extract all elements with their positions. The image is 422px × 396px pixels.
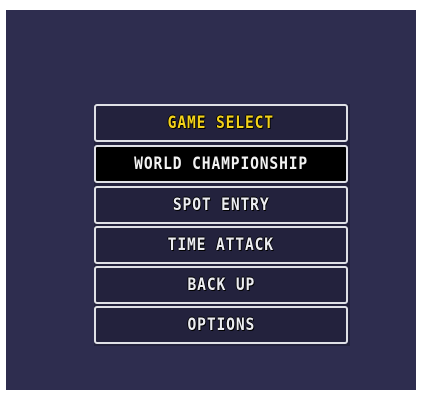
menu-item-time-attack[interactable]: TIME ATTACK [94,226,348,264]
menu-item-spot-entry[interactable]: SPOT ENTRY [94,186,348,224]
game-select-menu: GAME SELECT WORLD CHAMPIONSHIP SPOT ENTR… [94,104,350,346]
menu-item-label: TIME ATTACK [167,235,275,255]
menu-item-label: OPTIONS [187,315,255,335]
game-select-title-label: GAME SELECT [167,113,275,133]
menu-item-back-up[interactable]: BACK UP [94,266,348,304]
game-select-title: GAME SELECT [94,104,348,142]
menu-item-label: WORLD CHAMPIONSHIP [134,154,308,174]
menu-item-label: SPOT ENTRY [172,195,270,215]
game-screen: GAME SELECT WORLD CHAMPIONSHIP SPOT ENTR… [6,10,416,390]
menu-item-label: BACK UP [187,275,255,295]
menu-item-options[interactable]: OPTIONS [94,306,348,344]
menu-item-world-championship[interactable]: WORLD CHAMPIONSHIP [94,145,348,183]
